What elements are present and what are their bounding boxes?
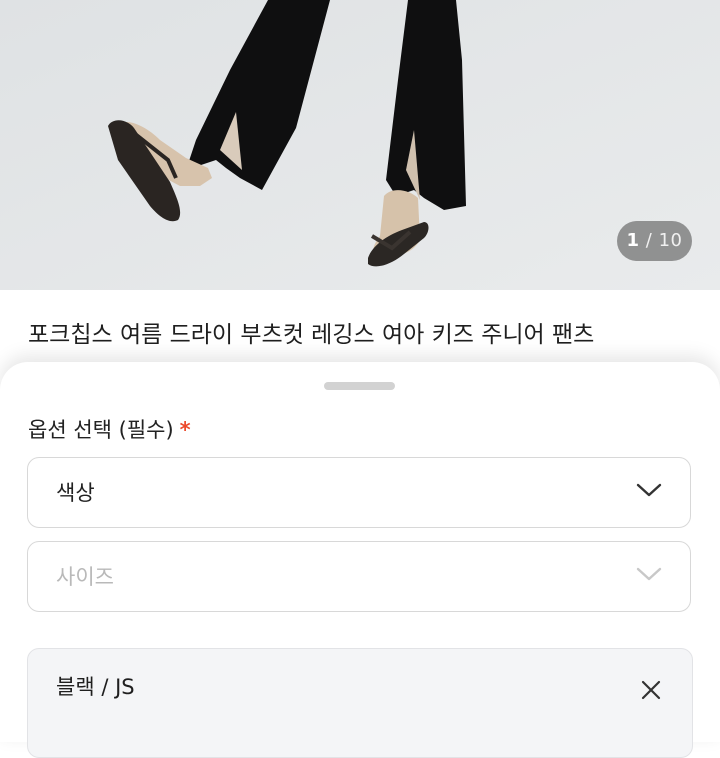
product-image[interactable]: 1 / 10	[0, 0, 720, 290]
option-section-title: 옵션 선택 (필수)	[28, 418, 174, 442]
size-select[interactable]: 사이즈	[27, 541, 691, 612]
color-select[interactable]: 색상	[27, 457, 691, 528]
chevron-down-icon	[636, 566, 662, 586]
close-icon[interactable]	[640, 679, 662, 705]
size-select-label: 사이즈	[56, 565, 114, 589]
image-counter-separator: /	[645, 230, 653, 251]
product-title: 포크칩스 여름 드라이 부츠컷 레깅스 여아 키즈 주니어 팬츠	[28, 322, 595, 348]
image-counter-current: 1	[626, 230, 640, 251]
chevron-down-icon	[636, 482, 662, 502]
product-photo-illustration	[0, 0, 720, 290]
selected-option-label: 블랙 / JS	[56, 675, 135, 699]
image-counter-total: 10	[658, 230, 683, 251]
selected-option-item: 블랙 / JS	[27, 648, 693, 758]
option-section-label: 옵션 선택 (필수) *	[28, 414, 191, 444]
required-mark: *	[179, 418, 191, 442]
option-bottom-sheet: 옵션 선택 (필수) * 색상 사이즈 블랙 / JS	[0, 362, 720, 758]
sheet-drag-handle[interactable]	[324, 382, 395, 390]
color-select-label: 색상	[56, 481, 95, 505]
image-counter: 1 / 10	[617, 221, 692, 261]
